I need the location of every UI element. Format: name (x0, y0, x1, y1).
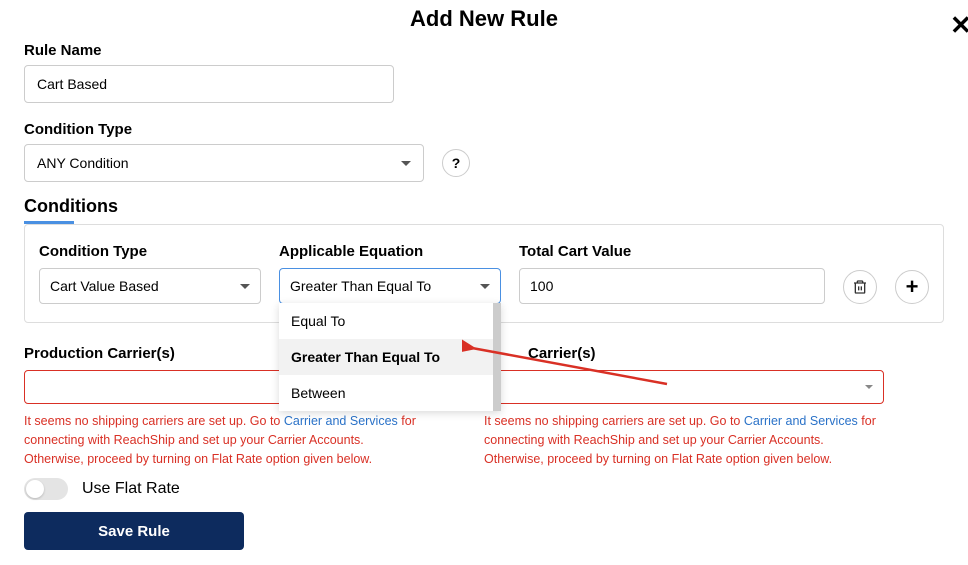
flat-rate-toggle[interactable] (24, 478, 68, 500)
conditions-panel: Condition Type Cart Value Based Applicab… (24, 224, 944, 323)
flat-rate-label: Use Flat Rate (82, 480, 180, 498)
close-icon: ✕ (950, 10, 968, 40)
toggle-knob (26, 480, 44, 498)
production-carriers-warning: It seems no shipping carriers are set up… (24, 412, 424, 468)
plus-icon: + (906, 274, 919, 300)
conditions-heading: Conditions (24, 196, 944, 217)
close-button[interactable]: ✕ (950, 10, 968, 41)
condition-type-label: Condition Type (24, 121, 424, 138)
chevron-down-icon (240, 284, 250, 289)
condition-type-value: ANY Condition (37, 155, 129, 171)
condition-subtype-select[interactable]: Cart Value Based (39, 268, 261, 304)
equation-option-equal-to[interactable]: Equal To (279, 303, 493, 339)
rule-name-label: Rule Name (24, 42, 944, 59)
warning-text-prefix: It seems no shipping carriers are set up… (484, 414, 744, 428)
carrier-services-link[interactable]: Carrier and Services (744, 414, 858, 428)
equation-selected-value: Greater Than Equal To (290, 278, 431, 294)
add-condition-button[interactable]: + (895, 270, 929, 304)
help-icon[interactable]: ? (442, 149, 470, 177)
equation-option-greater-than-equal-to[interactable]: Greater Than Equal To (279, 339, 493, 375)
cart-value-label: Total Cart Value (519, 243, 825, 260)
sandbox-carriers-select[interactable] (484, 370, 884, 404)
sandbox-carriers-warning: It seems no shipping carriers are set up… (484, 412, 884, 468)
condition-type-select[interactable]: ANY Condition (24, 144, 424, 182)
equation-dropdown: Equal To Greater Than Equal To Between (279, 303, 501, 411)
condition-subtype-value: Cart Value Based (50, 278, 159, 294)
carrier-services-link[interactable]: Carrier and Services (284, 414, 398, 428)
warning-text-prefix: It seems no shipping carriers are set up… (24, 414, 284, 428)
save-rule-button[interactable]: Save Rule (24, 512, 244, 550)
equation-option-between[interactable]: Between (279, 375, 493, 411)
modal-title: Add New Rule (24, 6, 944, 32)
chevron-down-icon (865, 385, 873, 389)
equation-label: Applicable Equation (279, 243, 501, 260)
cart-value-input[interactable] (519, 268, 825, 304)
question-icon: ? (452, 155, 461, 171)
equation-select[interactable]: Greater Than Equal To (279, 268, 501, 304)
delete-condition-button[interactable] (843, 270, 877, 304)
trash-icon (852, 279, 868, 295)
rule-name-input[interactable] (24, 65, 394, 103)
sandbox-carriers-label: Carrier(s) (484, 345, 884, 362)
cond-type-sublabel: Condition Type (39, 243, 261, 260)
chevron-down-icon (401, 161, 411, 166)
chevron-down-icon (480, 284, 490, 289)
